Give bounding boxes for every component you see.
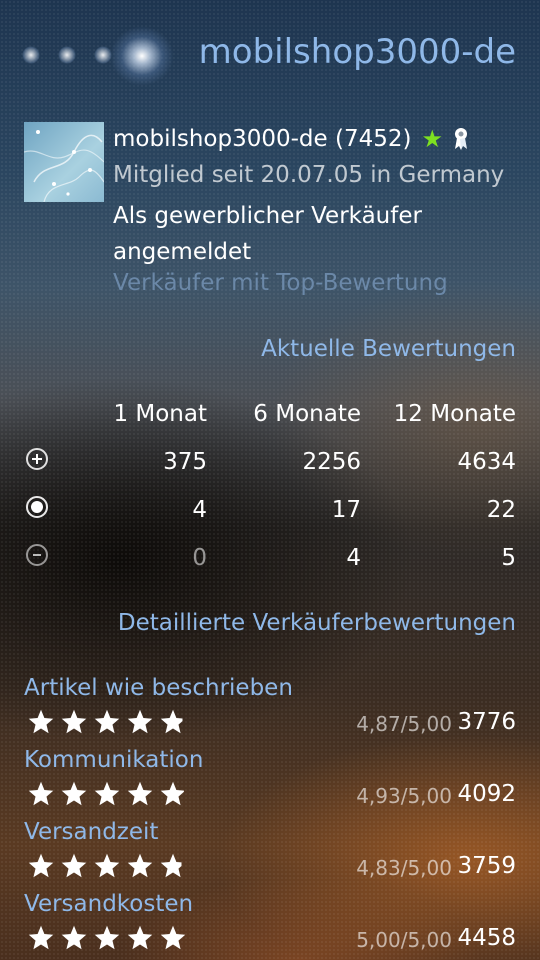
rating-ratio: 4,93/5,00	[356, 784, 452, 808]
star-icon	[127, 709, 153, 734]
page-indicator	[14, 26, 214, 86]
detailed-ratings-title: Detaillierte Verkäuferbewertungen	[117, 610, 516, 636]
business-status: Als gewerblicher Verkäufer angemeldet	[113, 203, 422, 265]
positive-1-month: 375	[163, 449, 207, 475]
rating-ratio: 5,00/5,00	[356, 928, 452, 952]
star-icon	[160, 781, 184, 806]
positive-12-months: 4634	[457, 449, 516, 475]
page-dot	[22, 46, 40, 64]
star-rating	[26, 924, 188, 952]
star-icon	[160, 853, 182, 878]
current-ratings-title: Aktuelle Bewertungen	[261, 336, 516, 362]
star-icon	[127, 925, 153, 950]
star-icon	[127, 853, 153, 878]
rating-count: 3759	[457, 853, 516, 879]
rating-criterion-label: Kommunikation	[24, 747, 204, 773]
top-rated-ribbon-icon	[453, 127, 469, 151]
rating-ratio: 4,87/5,00	[356, 712, 452, 736]
top-rated-label: Verkäufer mit Top-Bewertung	[113, 270, 448, 296]
star-icon	[61, 781, 87, 806]
star-icon	[94, 709, 120, 734]
star-icon	[160, 709, 183, 734]
page-title: mobilshop3000-de	[198, 32, 516, 72]
neutral-12-months: 22	[486, 497, 516, 523]
neutral-icon	[26, 496, 48, 518]
positive-icon	[26, 448, 48, 470]
star-icon	[28, 709, 54, 734]
neutral-6-months: 17	[331, 497, 361, 523]
star-icon	[94, 781, 120, 806]
negative-icon	[26, 544, 48, 566]
column-header-6-months: 6 Monate	[253, 401, 361, 427]
star-rating	[26, 852, 188, 880]
seller-name-row: mobilshop3000-de (7452) ★	[113, 126, 469, 152]
page-dot-active	[110, 26, 174, 86]
neutral-1-month: 4	[192, 497, 207, 523]
negative-6-months: 4	[346, 545, 361, 571]
star-icon	[94, 925, 120, 950]
star-icon	[28, 781, 54, 806]
member-since: Mitglied seit 20.07.05 in Germany	[113, 162, 505, 188]
star-icon	[94, 853, 120, 878]
rating-criterion-label: Artikel wie beschrieben	[24, 675, 293, 701]
column-header-12-months: 12 Monate	[393, 401, 516, 427]
rating-criterion-label: Versandzeit	[24, 819, 159, 845]
seller-name: mobilshop3000-de (7452)	[113, 126, 412, 152]
star-icon	[127, 781, 153, 806]
seller-avatar[interactable]	[24, 122, 104, 202]
star-icon	[28, 925, 54, 950]
green-star-icon: ★	[421, 125, 443, 153]
rating-count: 4092	[457, 781, 516, 807]
rating-ratio: 4,83/5,00	[356, 856, 452, 880]
positive-6-months: 2256	[302, 449, 361, 475]
rating-count: 4458	[457, 925, 516, 951]
star-icon	[61, 853, 87, 878]
star-rating	[26, 780, 188, 808]
star-rating	[26, 708, 188, 736]
negative-12-months: 5	[501, 545, 516, 571]
star-icon	[160, 925, 186, 950]
column-header-1-month: 1 Monat	[113, 401, 207, 427]
star-icon	[61, 709, 87, 734]
star-icon	[61, 925, 87, 950]
rating-criterion-label: Versandkosten	[24, 891, 194, 917]
star-icon	[28, 853, 54, 878]
rating-count: 3776	[457, 709, 516, 735]
negative-1-month: 0	[192, 545, 207, 571]
page-dot	[58, 46, 76, 64]
